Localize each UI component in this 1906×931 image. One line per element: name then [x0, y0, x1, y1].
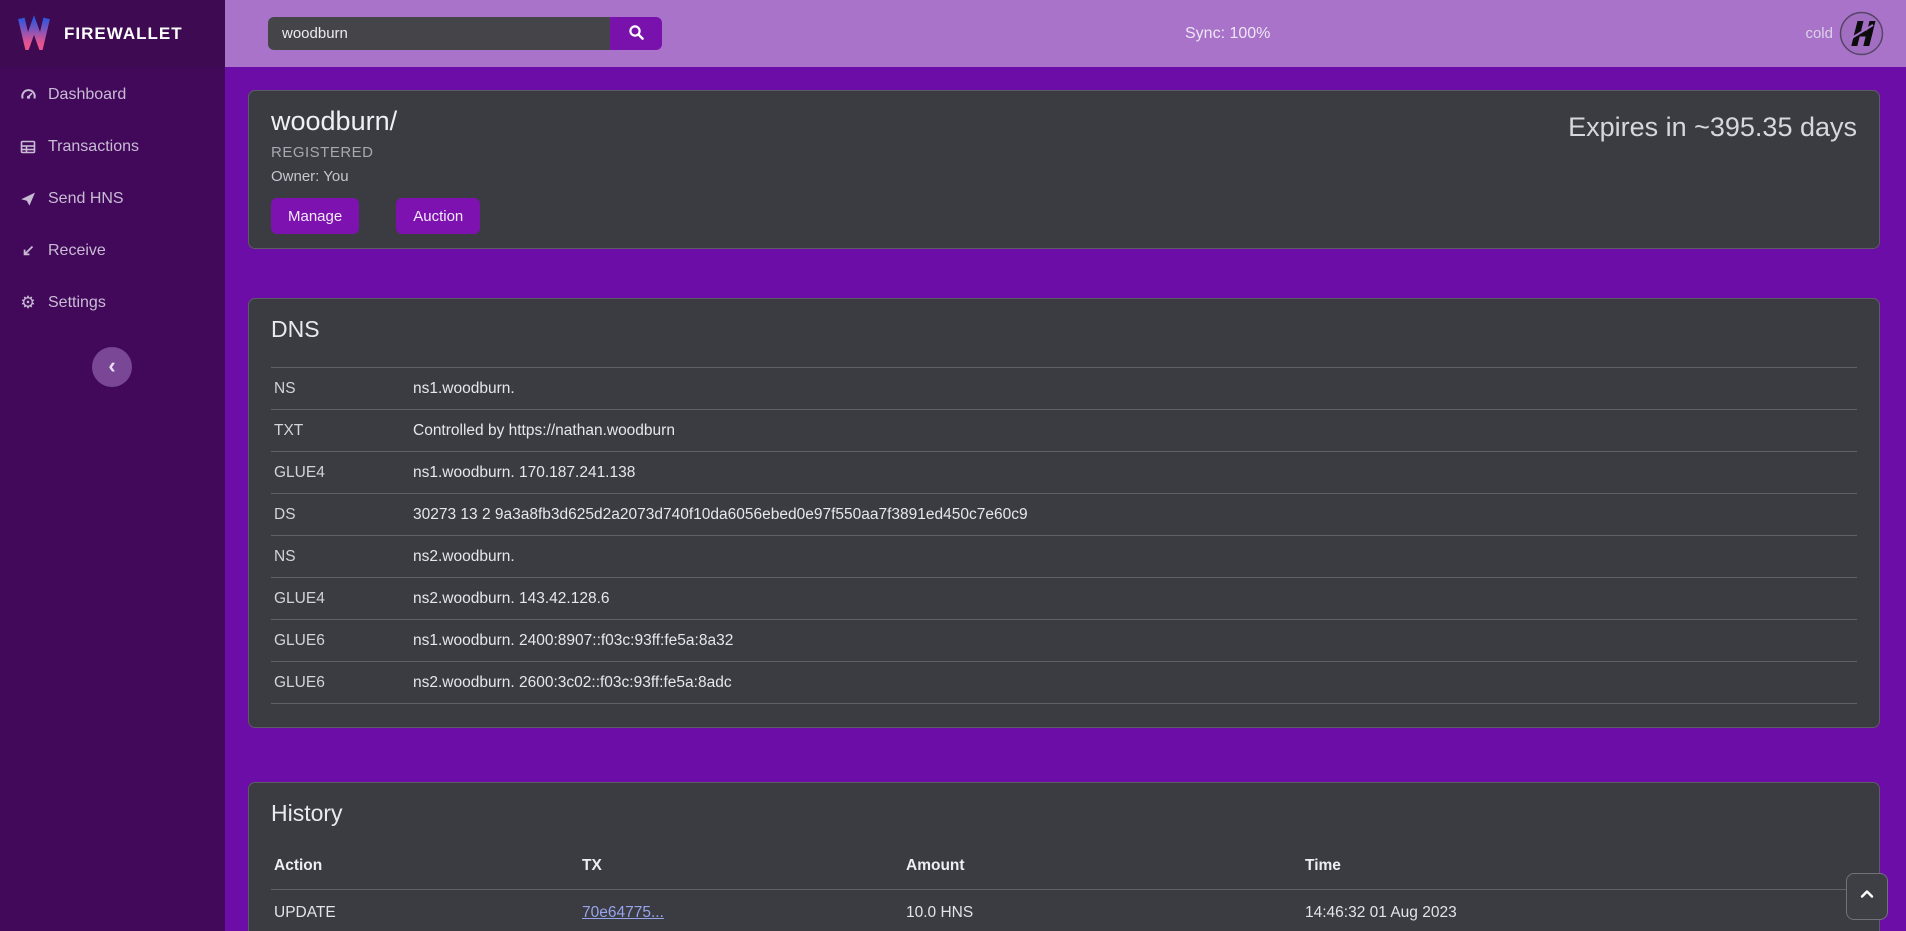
manage-button[interactable]: Manage	[271, 198, 359, 234]
gauge-icon	[19, 87, 37, 103]
dns-card: DNS NS ns1.woodburn. TXT Controlled by h…	[248, 298, 1880, 728]
sidebar: FIREWALLET Dashboard Tran	[0, 0, 225, 931]
dns-record-type: NS	[271, 548, 413, 566]
dns-record-type: GLUE6	[271, 632, 413, 650]
column-header-action: Action	[271, 857, 582, 875]
sidebar-nav: Dashboard Transactions Send HNS	[0, 67, 225, 329]
dns-record-value: ns1.woodburn. 170.187.241.138	[413, 464, 635, 482]
auction-button[interactable]: Auction	[396, 198, 480, 234]
dns-record-row: GLUE6 ns2.woodburn. 2600:3c02::f03c:93ff…	[271, 662, 1857, 704]
history-time: 14:46:32 01 Aug 2023	[1305, 904, 1857, 922]
sync-status: Sync: 100%	[1185, 0, 1270, 67]
dns-title: DNS	[271, 316, 1857, 343]
dns-record-type: GLUE4	[271, 590, 413, 608]
brand: FIREWALLET	[0, 0, 225, 67]
dns-record-row: GLUE4 ns2.woodburn. 143.42.128.6	[271, 578, 1857, 620]
dns-record-row: TXT Controlled by https://nathan.woodbur…	[271, 410, 1857, 452]
history-table: Action TX Amount Time UPDATE 70e64775...…	[271, 843, 1857, 931]
wallet-name: cold	[1805, 0, 1833, 67]
history-amount: 10.0 HNS	[906, 904, 1305, 922]
dns-record-value: ns2.woodburn.	[413, 548, 515, 566]
search-input[interactable]	[268, 17, 610, 50]
search-icon	[628, 24, 645, 44]
sidebar-item-dashboard[interactable]: Dashboard	[0, 69, 225, 121]
domain-owner: Owner: You	[271, 168, 1857, 185]
sidebar-item-label: Settings	[48, 294, 106, 312]
table-icon	[19, 139, 37, 155]
firewallet-w-logo	[16, 12, 52, 55]
dns-record-row: NS ns1.woodburn.	[271, 368, 1857, 410]
sidebar-item-transactions[interactable]: Transactions	[0, 121, 225, 173]
sidebar-item-label: Receive	[48, 242, 106, 260]
sidebar-collapse-button[interactable]: ‹	[92, 347, 132, 387]
domain-card: woodburn/ REGISTERED Owner: You Manage A…	[248, 90, 1880, 249]
main-content: woodburn/ REGISTERED Owner: You Manage A…	[225, 67, 1906, 931]
dns-record-row: NS ns2.woodburn.	[271, 536, 1857, 578]
history-action: UPDATE	[271, 904, 582, 922]
dns-table: NS ns1.woodburn. TXT Controlled by https…	[271, 367, 1857, 704]
search-button[interactable]	[610, 17, 662, 50]
dns-record-row: GLUE6 ns1.woodburn. 2400:8907::f03c:93ff…	[271, 620, 1857, 662]
domain-status: REGISTERED	[271, 144, 1857, 161]
chevron-up-icon	[1859, 887, 1875, 906]
sidebar-item-settings[interactable]: ⚙ Settings	[0, 277, 225, 329]
dns-record-row: DS 30273 13 2 9a3a8fb3d625d2a2073d740f10…	[271, 494, 1857, 536]
column-header-time: Time	[1305, 857, 1857, 875]
column-header-amount: Amount	[906, 857, 1305, 875]
dns-record-type: NS	[271, 380, 413, 398]
domain-expiry: Expires in ~395.35 days	[1568, 112, 1857, 143]
sidebar-item-label: Transactions	[48, 138, 139, 156]
chevron-left-icon: ‹	[108, 346, 115, 386]
sidebar-item-send-hns[interactable]: Send HNS	[0, 173, 225, 225]
column-header-tx: TX	[582, 857, 906, 875]
history-row: UPDATE 70e64775... 10.0 HNS 14:46:32 01 …	[271, 889, 1857, 931]
sidebar-item-label: Dashboard	[48, 86, 126, 104]
send-icon	[19, 191, 37, 207]
dns-record-value: 30273 13 2 9a3a8fb3d625d2a2073d740f10da6…	[413, 506, 1028, 524]
gear-icon: ⚙	[19, 295, 37, 311]
dns-record-type: GLUE4	[271, 464, 413, 482]
history-card: History Action TX Amount Time UPDATE 70e…	[248, 782, 1880, 931]
tx-link[interactable]: 70e64775...	[582, 904, 664, 921]
dns-record-value: ns2.woodburn. 143.42.128.6	[413, 590, 610, 608]
top-header: Sync: 100% cold	[225, 0, 1906, 67]
brand-name: FIREWALLET	[64, 24, 183, 44]
receive-arrow-icon	[19, 243, 37, 259]
sidebar-item-receive[interactable]: Receive	[0, 225, 225, 277]
sidebar-item-label: Send HNS	[48, 190, 124, 208]
dns-record-type: TXT	[271, 422, 413, 440]
dns-record-value: ns1.woodburn.	[413, 380, 515, 398]
dns-record-value: ns1.woodburn. 2400:8907::f03c:93ff:fe5a:…	[413, 632, 733, 650]
dns-record-row: GLUE4 ns1.woodburn. 170.187.241.138	[271, 452, 1857, 494]
scroll-to-top-button[interactable]	[1846, 873, 1888, 920]
dns-record-type: GLUE6	[271, 674, 413, 692]
dns-record-type: DS	[271, 506, 413, 524]
dns-record-value: ns2.woodburn. 2600:3c02::f03c:93ff:fe5a:…	[413, 674, 732, 692]
history-title: History	[271, 800, 1857, 827]
history-header-row: Action TX Amount Time	[271, 843, 1857, 889]
handshake-icon[interactable]	[1839, 11, 1884, 56]
dns-record-value: Controlled by https://nathan.woodburn	[413, 422, 675, 440]
